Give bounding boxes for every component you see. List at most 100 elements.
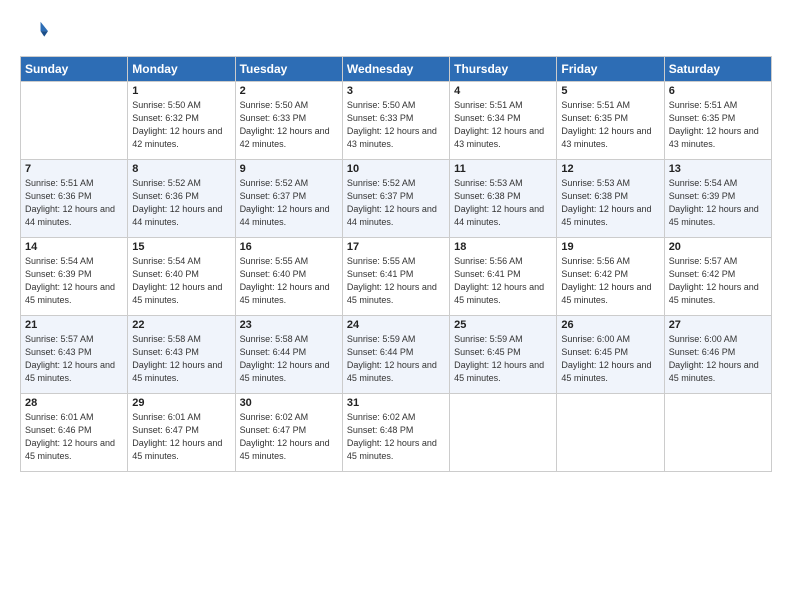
day-info: Sunrise: 6:02 AM Sunset: 6:48 PM Dayligh… xyxy=(347,411,445,463)
day-info: Sunrise: 5:50 AM Sunset: 6:33 PM Dayligh… xyxy=(347,99,445,151)
day-info: Sunrise: 5:53 AM Sunset: 6:38 PM Dayligh… xyxy=(561,177,659,229)
day-number: 5 xyxy=(561,85,659,97)
week-row-1: 1Sunrise: 5:50 AM Sunset: 6:32 PM Daylig… xyxy=(21,82,772,160)
day-info: Sunrise: 5:54 AM Sunset: 6:39 PM Dayligh… xyxy=(25,255,123,307)
col-header-monday: Monday xyxy=(128,57,235,82)
day-number: 26 xyxy=(561,319,659,331)
day-number: 17 xyxy=(347,241,445,253)
calendar-cell: 9Sunrise: 5:52 AM Sunset: 6:37 PM Daylig… xyxy=(235,160,342,238)
calendar-cell xyxy=(450,394,557,472)
day-number: 21 xyxy=(25,319,123,331)
header xyxy=(20,18,772,46)
calendar-cell: 14 Sunrise: 5:54 AM Sunset: 6:39 PM Dayli… xyxy=(21,238,128,316)
calendar-cell xyxy=(21,82,128,160)
day-info: Sunrise: 5:57 AM Sunset: 6:43 PM Dayligh… xyxy=(25,333,123,385)
calendar-cell: 26 Sunrise: 6:00 AM Sunset: 6:45 PM Dayli… xyxy=(557,316,664,394)
logo xyxy=(20,18,52,46)
calendar-cell: 12 Sunrise: 5:53 AM Sunset: 6:38 PM Dayli… xyxy=(557,160,664,238)
day-info: Sunrise: 5:53 AM Sunset: 6:38 PM Dayligh… xyxy=(454,177,552,229)
day-number: 9 xyxy=(240,163,338,175)
week-row-2: 7Sunrise: 5:51 AM Sunset: 6:36 PM Daylig… xyxy=(21,160,772,238)
calendar-cell: 18Sunrise: 5:56 AM Sunset: 6:41 PM Dayli… xyxy=(450,238,557,316)
day-number: 19 xyxy=(561,241,659,253)
calendar-table: SundayMondayTuesdayWednesdayThursdayFrid… xyxy=(20,56,772,472)
day-number: 11 xyxy=(454,163,552,175)
day-info: Sunrise: 5:51 AM Sunset: 6:36 PM Dayligh… xyxy=(25,177,123,229)
col-header-friday: Friday xyxy=(557,57,664,82)
day-info: Sunrise: 5:54 AM Sunset: 6:39 PM Dayligh… xyxy=(669,177,767,229)
calendar-body: 1Sunrise: 5:50 AM Sunset: 6:32 PM Daylig… xyxy=(21,82,772,472)
day-number: 30 xyxy=(240,397,338,409)
col-header-wednesday: Wednesday xyxy=(342,57,449,82)
calendar-cell: 21 Sunrise: 5:57 AM Sunset: 6:43 PM Dayli… xyxy=(21,316,128,394)
day-number: 1 xyxy=(132,85,230,97)
day-number: 22 xyxy=(132,319,230,331)
day-info: Sunrise: 6:01 AM Sunset: 6:47 PM Dayligh… xyxy=(132,411,230,463)
calendar-cell: 13Sunrise: 5:54 AM Sunset: 6:39 PM Dayli… xyxy=(664,160,771,238)
day-info: Sunrise: 5:55 AM Sunset: 6:41 PM Dayligh… xyxy=(347,255,445,307)
calendar-cell: 30 Sunrise: 6:02 AM Sunset: 6:47 PM Dayli… xyxy=(235,394,342,472)
day-info: Sunrise: 5:52 AM Sunset: 6:36 PM Dayligh… xyxy=(132,177,230,229)
calendar-cell: 22 Sunrise: 5:58 AM Sunset: 6:43 PM Dayli… xyxy=(128,316,235,394)
day-number: 3 xyxy=(347,85,445,97)
day-info: Sunrise: 5:52 AM Sunset: 6:37 PM Dayligh… xyxy=(347,177,445,229)
calendar-cell: 1Sunrise: 5:50 AM Sunset: 6:32 PM Daylig… xyxy=(128,82,235,160)
col-header-thursday: Thursday xyxy=(450,57,557,82)
day-number: 6 xyxy=(669,85,767,97)
col-header-saturday: Saturday xyxy=(664,57,771,82)
logo-icon xyxy=(20,18,48,46)
calendar-cell: 4 Sunrise: 5:51 AM Sunset: 6:34 PM Daylig… xyxy=(450,82,557,160)
day-info: Sunrise: 5:56 AM Sunset: 6:42 PM Dayligh… xyxy=(561,255,659,307)
day-number: 24 xyxy=(347,319,445,331)
day-number: 27 xyxy=(669,319,767,331)
calendar-cell: 19 Sunrise: 5:56 AM Sunset: 6:42 PM Dayli… xyxy=(557,238,664,316)
day-info: Sunrise: 5:59 AM Sunset: 6:45 PM Dayligh… xyxy=(454,333,552,385)
calendar-cell: 8Sunrise: 5:52 AM Sunset: 6:36 PM Daylig… xyxy=(128,160,235,238)
calendar-cell xyxy=(557,394,664,472)
day-number: 28 xyxy=(25,397,123,409)
calendar-cell: 17 Sunrise: 5:55 AM Sunset: 6:41 PM Dayli… xyxy=(342,238,449,316)
calendar-cell: 24 Sunrise: 5:59 AM Sunset: 6:44 PM Dayli… xyxy=(342,316,449,394)
week-row-5: 28 Sunrise: 6:01 AM Sunset: 6:46 PM Dayli… xyxy=(21,394,772,472)
calendar-cell: 20Sunrise: 5:57 AM Sunset: 6:42 PM Dayli… xyxy=(664,238,771,316)
calendar-cell: 27 Sunrise: 6:00 AM Sunset: 6:46 PM Dayli… xyxy=(664,316,771,394)
day-info: Sunrise: 5:51 AM Sunset: 6:34 PM Dayligh… xyxy=(454,99,552,151)
calendar-cell: 15Sunrise: 5:54 AM Sunset: 6:40 PM Dayli… xyxy=(128,238,235,316)
calendar-cell: 6 Sunrise: 5:51 AM Sunset: 6:35 PM Daylig… xyxy=(664,82,771,160)
calendar-cell xyxy=(664,394,771,472)
header-row: SundayMondayTuesdayWednesdayThursdayFrid… xyxy=(21,57,772,82)
calendar-cell: 25 Sunrise: 5:59 AM Sunset: 6:45 PM Dayli… xyxy=(450,316,557,394)
week-row-4: 21 Sunrise: 5:57 AM Sunset: 6:43 PM Dayli… xyxy=(21,316,772,394)
day-info: Sunrise: 5:51 AM Sunset: 6:35 PM Dayligh… xyxy=(561,99,659,151)
day-info: Sunrise: 6:01 AM Sunset: 6:46 PM Dayligh… xyxy=(25,411,123,463)
day-info: Sunrise: 5:58 AM Sunset: 6:43 PM Dayligh… xyxy=(132,333,230,385)
calendar-cell: 23 Sunrise: 5:58 AM Sunset: 6:44 PM Dayli… xyxy=(235,316,342,394)
day-number: 10 xyxy=(347,163,445,175)
calendar-cell: 2Sunrise: 5:50 AM Sunset: 6:33 PM Daylig… xyxy=(235,82,342,160)
day-info: Sunrise: 5:54 AM Sunset: 6:40 PM Dayligh… xyxy=(132,255,230,307)
week-row-3: 14 Sunrise: 5:54 AM Sunset: 6:39 PM Dayli… xyxy=(21,238,772,316)
day-number: 31 xyxy=(347,397,445,409)
day-number: 16 xyxy=(240,241,338,253)
calendar-header: SundayMondayTuesdayWednesdayThursdayFrid… xyxy=(21,57,772,82)
day-info: Sunrise: 6:02 AM Sunset: 6:47 PM Dayligh… xyxy=(240,411,338,463)
day-info: Sunrise: 6:00 AM Sunset: 6:46 PM Dayligh… xyxy=(669,333,767,385)
day-number: 12 xyxy=(561,163,659,175)
day-info: Sunrise: 5:51 AM Sunset: 6:35 PM Dayligh… xyxy=(669,99,767,151)
day-number: 14 xyxy=(25,241,123,253)
day-number: 4 xyxy=(454,85,552,97)
calendar-cell: 28 Sunrise: 6:01 AM Sunset: 6:46 PM Dayli… xyxy=(21,394,128,472)
day-number: 18 xyxy=(454,241,552,253)
calendar-cell: 16Sunrise: 5:55 AM Sunset: 6:40 PM Dayli… xyxy=(235,238,342,316)
calendar-cell: 10 Sunrise: 5:52 AM Sunset: 6:37 PM Dayli… xyxy=(342,160,449,238)
day-number: 29 xyxy=(132,397,230,409)
day-number: 23 xyxy=(240,319,338,331)
calendar-cell: 11 Sunrise: 5:53 AM Sunset: 6:38 PM Dayli… xyxy=(450,160,557,238)
day-info: Sunrise: 5:58 AM Sunset: 6:44 PM Dayligh… xyxy=(240,333,338,385)
day-info: Sunrise: 6:00 AM Sunset: 6:45 PM Dayligh… xyxy=(561,333,659,385)
day-info: Sunrise: 5:59 AM Sunset: 6:44 PM Dayligh… xyxy=(347,333,445,385)
day-number: 25 xyxy=(454,319,552,331)
col-header-sunday: Sunday xyxy=(21,57,128,82)
col-header-tuesday: Tuesday xyxy=(235,57,342,82)
calendar-cell: 29 Sunrise: 6:01 AM Sunset: 6:47 PM Dayli… xyxy=(128,394,235,472)
